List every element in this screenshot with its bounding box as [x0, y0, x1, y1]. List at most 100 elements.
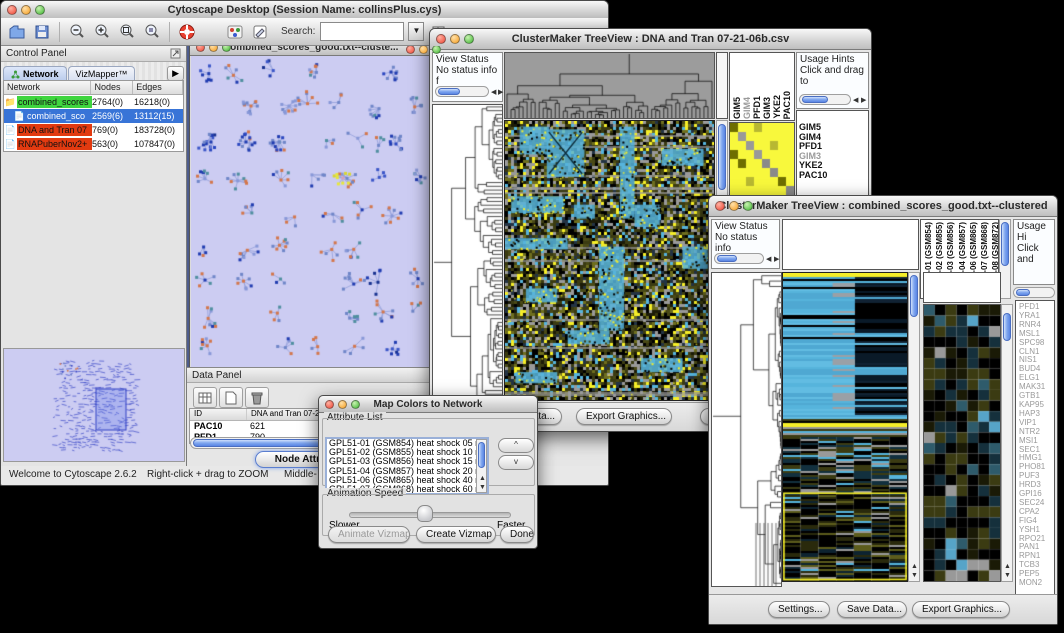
- scroll-up-icon[interactable]: ▲: [1004, 563, 1011, 571]
- close-button[interactable]: [325, 400, 334, 409]
- tab-network[interactable]: Network: [3, 66, 67, 81]
- animate-vizmap-button[interactable]: Animate Vizmap: [328, 526, 410, 543]
- minimize-button[interactable]: [338, 400, 347, 409]
- view-status-scrollbar[interactable]: [714, 253, 764, 264]
- heatmap-pane[interactable]: [504, 120, 715, 401]
- settings-button[interactable]: Settings...: [768, 601, 830, 618]
- close-button[interactable]: [406, 46, 415, 54]
- network-row[interactable]: 📄 DNA and Tran 07 769(0) 183728(0): [4, 123, 183, 137]
- tv2-vscrollbar[interactable]: ▲ ▼: [908, 272, 920, 582]
- treeview2-titlebar[interactable]: ClusterMaker TreeView : combined_scores_…: [709, 196, 1057, 217]
- minimize-button[interactable]: [419, 46, 428, 54]
- network-row[interactable]: 📄 combined_sco 2569(6) 13112(15): [4, 109, 183, 123]
- scroll-right-icon[interactable]: ▶: [774, 256, 779, 264]
- view-status-scrollbar[interactable]: [435, 86, 489, 97]
- zoom-selected-icon[interactable]: [142, 22, 162, 42]
- row-dendrogram-pane[interactable]: [432, 104, 503, 401]
- column-label[interactable]: PAC10: [782, 91, 792, 119]
- heatmap-pane[interactable]: [782, 272, 908, 582]
- matrix-overview-canvas[interactable]: [730, 123, 794, 195]
- row-dendrogram-pane[interactable]: [711, 272, 782, 587]
- heatmap-canvas[interactable]: [783, 273, 907, 581]
- column-dendrogram-canvas[interactable]: [505, 53, 714, 118]
- col-network[interactable]: Network: [4, 81, 91, 94]
- column-label[interactable]: PFD1: [752, 96, 762, 119]
- scroll-up-icon[interactable]: ▲: [911, 563, 918, 571]
- attribute-select-icon[interactable]: [193, 387, 217, 408]
- usage-hints-scrollbar[interactable]: [1013, 287, 1055, 298]
- scroll-up-icon[interactable]: ▲: [479, 475, 486, 483]
- col-nodes[interactable]: Nodes: [91, 81, 133, 94]
- column-label[interactable]: GIM3: [762, 97, 772, 119]
- zoom-in-icon[interactable]: [92, 22, 112, 42]
- col-id[interactable]: ID: [190, 409, 247, 420]
- vizmapper-icon[interactable]: [225, 22, 245, 42]
- zoom-button[interactable]: [222, 46, 231, 52]
- open-session-icon[interactable]: [7, 22, 27, 42]
- scroll-left-icon[interactable]: ◀: [766, 256, 771, 264]
- network-canvas[interactable]: [191, 56, 432, 367]
- export-graphics-button[interactable]: Export Graphics...: [912, 601, 1010, 618]
- scroll-left-icon[interactable]: ◀: [491, 89, 496, 97]
- new-attribute-icon[interactable]: [219, 387, 243, 408]
- scroll-down-icon[interactable]: ▼: [479, 484, 486, 492]
- zoom-heatmap-canvas[interactable]: [924, 305, 1000, 581]
- delete-attribute-icon[interactable]: [245, 387, 269, 408]
- close-button[interactable]: [715, 201, 725, 211]
- network-row[interactable]: 📁 combined_scores 2764(0) 16218(0): [4, 95, 183, 109]
- usage-hints-scrollbar[interactable]: [799, 94, 851, 105]
- scroll-down-icon[interactable]: ▼: [911, 572, 918, 580]
- matrix-row-label[interactable]: PAC10: [797, 171, 868, 181]
- heatmap-canvas[interactable]: [505, 121, 714, 400]
- close-button[interactable]: [7, 5, 17, 15]
- tab-overflow-arrow[interactable]: ▶: [167, 66, 184, 81]
- minimize-button[interactable]: [450, 34, 460, 44]
- annotation-icon[interactable]: [250, 22, 270, 42]
- create-vizmap-button[interactable]: Create Vizmap: [416, 526, 496, 543]
- scroll-left-icon[interactable]: ◀: [853, 97, 858, 105]
- move-up-button[interactable]: ^: [498, 438, 534, 453]
- zoom-fit-icon[interactable]: [117, 22, 137, 42]
- zoom-button[interactable]: [351, 400, 360, 409]
- column-label[interactable]: GIM5: [732, 97, 742, 119]
- treeview1-titlebar[interactable]: ClusterMaker TreeView : DNA and Tran 07-…: [430, 29, 871, 50]
- column-dendrogram-pane[interactable]: [504, 52, 715, 119]
- float-panel-icon[interactable]: [170, 48, 181, 59]
- scroll-right-icon[interactable]: ▶: [861, 97, 866, 105]
- zoom-button[interactable]: [464, 34, 474, 44]
- help-lifebuoy-icon[interactable]: [177, 22, 197, 42]
- save-session-icon[interactable]: [32, 22, 52, 42]
- zoom-button[interactable]: [743, 201, 753, 211]
- gene-label[interactable]: MON2: [1019, 579, 1054, 588]
- row-dendrogram-canvas[interactable]: [712, 273, 781, 586]
- done-button[interactable]: Done: [500, 526, 534, 543]
- network-row[interactable]: 📄 RNAPuberNov2+ 563(0) 107847(0): [4, 137, 183, 151]
- attribute-list[interactable]: GPL51-01 (GSM854) heat shock 05 minGPL51…: [325, 437, 489, 495]
- scroll-down-icon[interactable]: ▼: [1004, 572, 1011, 580]
- search-combo-arrow-icon[interactable]: ▼: [408, 22, 424, 41]
- matrix-overview-pane[interactable]: [729, 122, 795, 196]
- column-label[interactable]: YKE2: [772, 95, 782, 119]
- search-input[interactable]: [320, 22, 404, 41]
- move-down-button[interactable]: v: [498, 455, 534, 470]
- network-view-window[interactable]: combined_scores_good.txt--cluste...: [189, 46, 434, 367]
- zoom-button[interactable]: [432, 46, 441, 54]
- scroll-gutter[interactable]: [716, 52, 728, 119]
- tv2-zoom-scrollbar[interactable]: ▲ ▼: [1001, 304, 1013, 582]
- birdseye-canvas[interactable]: [4, 349, 182, 459]
- scroll-right-icon[interactable]: ▶: [498, 89, 503, 97]
- zoom-out-icon[interactable]: [67, 22, 87, 42]
- close-button[interactable]: [436, 34, 446, 44]
- tab-vizmapper[interactable]: VizMapper™: [68, 66, 136, 81]
- minimize-button[interactable]: [729, 201, 739, 211]
- dialog-titlebar[interactable]: Map Colors to Network: [319, 396, 537, 413]
- column-dendrogram-pane[interactable]: [782, 219, 919, 270]
- zoom-heatmap-pane[interactable]: [923, 304, 1001, 582]
- col-edges[interactable]: Edges: [133, 81, 183, 94]
- speed-slider-thumb[interactable]: [417, 505, 433, 522]
- zoom-button[interactable]: [35, 5, 45, 15]
- minimize-button[interactable]: [209, 46, 218, 52]
- close-button[interactable]: [196, 46, 205, 52]
- attribute-list-scrollbar[interactable]: ▲ ▼: [476, 439, 487, 493]
- save-data-button[interactable]: Save Data...: [837, 601, 907, 618]
